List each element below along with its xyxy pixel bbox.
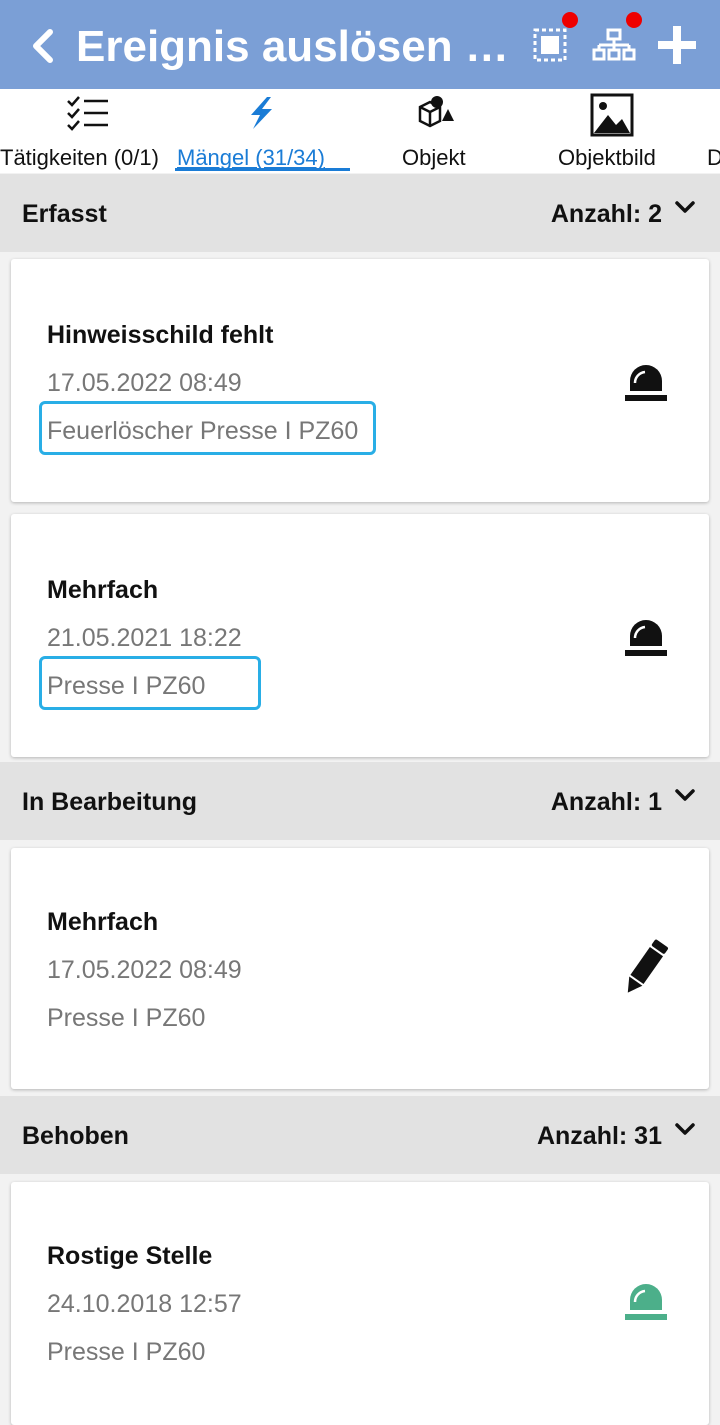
defect-card[interactable]: Mehrfach 21.05.2021 18:22 Presse I PZ60 — [11, 514, 709, 757]
highlight-box — [39, 401, 376, 455]
chevron-down-icon — [675, 201, 695, 213]
defect-object: Presse I PZ60 — [47, 1338, 206, 1366]
active-tab-indicator — [175, 168, 350, 171]
page-title: Ereignis auslösen P... — [76, 22, 516, 71]
plus-icon — [658, 26, 696, 64]
chevron-down-icon — [675, 789, 695, 801]
defect-object: Presse I PZ60 — [47, 1004, 206, 1032]
notification-dot — [562, 12, 578, 28]
pencil-icon — [627, 939, 668, 993]
defect-date: 17.05.2022 08:49 — [47, 956, 242, 984]
defect-date: 24.10.2018 12:57 — [47, 1290, 242, 1318]
section-count: Anzahl: 31 — [536, 1122, 662, 1150]
checklist-icon — [67, 96, 108, 131]
section-title: In Bearbeitung — [22, 788, 198, 816]
selection-button[interactable] — [532, 26, 568, 69]
defect-title: Mehrfach — [47, 576, 159, 604]
tab-bar: Tätigkeiten (0/1) Mängel (31/34) Objekt … — [0, 89, 720, 173]
tab-label: Objektbild — [558, 145, 656, 170]
back-arrow-icon — [33, 29, 53, 63]
alarm-light-icon — [625, 365, 667, 401]
defect-date: 17.05.2022 08:49 — [47, 369, 242, 397]
lightning-icon — [251, 97, 272, 129]
defect-card[interactable]: Mehrfach 17.05.2022 08:49 Presse I PZ60 — [11, 848, 709, 1089]
defect-title: Mehrfach — [47, 908, 159, 936]
defect-title: Hinweisschild fehlt — [47, 321, 274, 349]
image-icon — [590, 93, 634, 137]
defect-title: Rostige Stelle — [47, 1242, 213, 1270]
section-count: Anzahl: 1 — [550, 788, 662, 816]
section-title: Behoben — [22, 1122, 129, 1150]
tab-objektbild[interactable]: Objektbild — [550, 89, 680, 173]
notification-dot — [626, 12, 642, 28]
section-header-erfasst[interactable]: Erfasst Anzahl: 2 — [0, 174, 720, 252]
section-title: Erfasst — [22, 200, 107, 228]
tab-taetigkeiten[interactable]: Tätigkeiten (0/1) — [0, 89, 175, 173]
chevron-down-icon — [675, 1123, 695, 1135]
sitemap-icon — [592, 28, 636, 61]
hierarchy-button[interactable] — [592, 28, 636, 67]
defect-card[interactable]: Hinweisschild fehlt 17.05.2022 08:49 Feu… — [11, 259, 709, 502]
selection-icon — [533, 28, 567, 62]
tab-label: Tätigkeiten (0/1) — [0, 145, 159, 170]
defect-date: 21.05.2021 18:22 — [47, 624, 242, 652]
tab-more[interactable]: D — [705, 89, 720, 173]
tab-label: Objekt — [402, 145, 466, 170]
tab-objekt[interactable]: Objekt — [380, 89, 495, 173]
tab-label: D — [707, 145, 720, 170]
section-count: Anzahl: 2 — [550, 200, 662, 228]
back-button[interactable] — [24, 24, 64, 68]
tab-maengel[interactable]: Mängel (31/34) — [175, 89, 350, 173]
section-header-in-bearbeitung[interactable]: In Bearbeitung Anzahl: 1 — [0, 762, 720, 840]
section-header-behoben[interactable]: Behoben Anzahl: 31 — [0, 1096, 720, 1174]
defect-card[interactable]: Rostige Stelle 24.10.2018 12:57 Presse I… — [11, 1182, 709, 1425]
objects-icon — [418, 96, 454, 128]
alarm-light-icon — [625, 620, 667, 656]
highlight-box — [39, 656, 261, 710]
app-bar: Ereignis auslösen P... — [0, 0, 720, 89]
alarm-light-icon — [625, 1284, 667, 1320]
add-button[interactable] — [656, 24, 698, 71]
